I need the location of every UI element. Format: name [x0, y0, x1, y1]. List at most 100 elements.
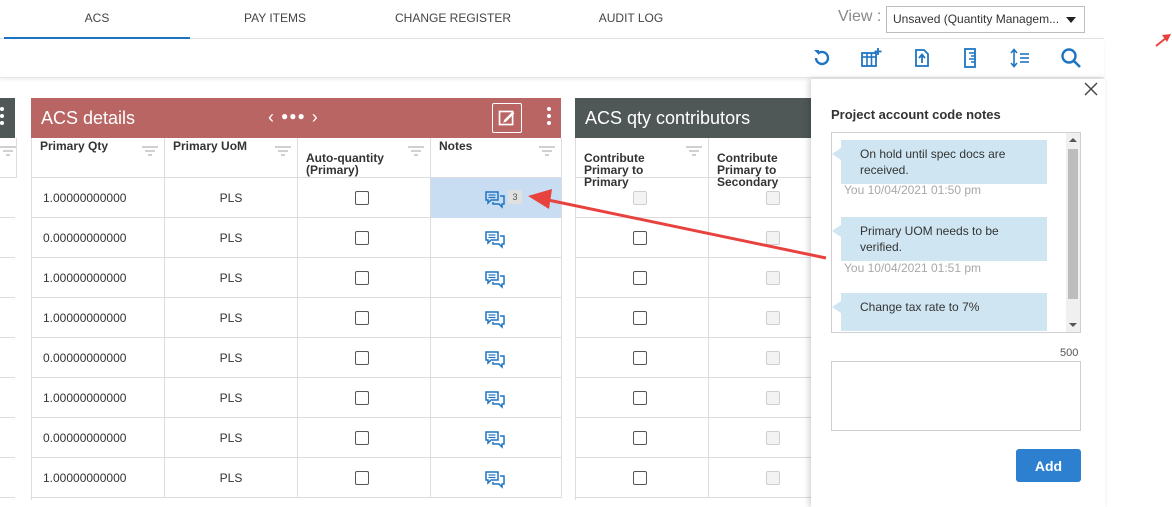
auto-quantity-checkbox[interactable] [355, 311, 369, 325]
edit-notes-button[interactable] [492, 103, 522, 133]
kebab-icon[interactable] [0, 107, 4, 128]
contribute-primary-checkbox[interactable] [633, 391, 647, 405]
table-row [0, 458, 15, 498]
add-note-button[interactable]: Add [1016, 449, 1081, 482]
table-row[interactable]: 1.00000000000 PLS 3 [32, 178, 562, 218]
filter-icon[interactable] [539, 146, 555, 156]
comments-icon[interactable] [485, 185, 505, 209]
filter-icon[interactable] [0, 146, 16, 156]
comments-icon[interactable] [485, 465, 505, 489]
tab-pay-items[interactable]: PAY ITEMS [225, 0, 325, 39]
contribute-secondary-checkbox[interactable] [766, 271, 780, 285]
export-icon[interactable] [909, 46, 933, 70]
notes-cell[interactable]: 3 [431, 178, 562, 218]
notes-cell[interactable] [431, 338, 562, 378]
contribute-secondary-checkbox[interactable] [766, 191, 780, 205]
table-row[interactable] [576, 218, 813, 258]
table-row[interactable]: 1.00000000000 PLS [32, 298, 562, 338]
table-row[interactable]: 1.00000000000 PLS [32, 458, 562, 498]
contribute-secondary-checkbox[interactable] [766, 471, 780, 485]
sort-rows-icon[interactable] [1008, 46, 1032, 70]
filter-icon[interactable] [275, 146, 291, 156]
notes-panel: Project account code notes On hold until… [811, 79, 1105, 507]
contribute-primary-cell [576, 178, 709, 218]
acs-details-title: ACS details [41, 108, 136, 128]
contribute-secondary-checkbox[interactable] [766, 311, 780, 325]
table-row[interactable] [576, 458, 813, 498]
table-row[interactable] [576, 258, 813, 298]
filter-icon[interactable] [686, 146, 702, 156]
notes-cell[interactable] [431, 218, 562, 258]
comments-icon[interactable] [485, 385, 505, 409]
table-row[interactable] [576, 418, 813, 458]
scroll-up-icon[interactable] [1069, 138, 1077, 142]
notes-scrollbar[interactable] [1066, 133, 1080, 332]
table-row[interactable]: 1.00000000000 PLS [32, 258, 562, 298]
notes-cell[interactable] [431, 258, 562, 298]
notes-cell[interactable] [431, 378, 562, 418]
contribute-secondary-checkbox[interactable] [766, 431, 780, 445]
table-row[interactable]: 0.00000000000 PLS [32, 218, 562, 258]
contribute-primary-checkbox[interactable] [633, 271, 647, 285]
acs-details-grid: Primary Qty Primary UoM Auto-quantity (P… [31, 138, 562, 500]
left-header-cell [0, 138, 17, 178]
table-row[interactable]: 0.00000000000 PLS [32, 418, 562, 458]
tab-audit-log[interactable]: AUDIT LOG [585, 0, 677, 39]
comments-icon[interactable] [485, 425, 505, 449]
auto-quantity-checkbox[interactable] [355, 231, 369, 245]
note-bubble: Primary UOM needs to be verified. [832, 217, 1047, 261]
close-icon[interactable] [1083, 81, 1099, 97]
auto-quantity-checkbox[interactable] [355, 471, 369, 485]
auto-quantity-checkbox[interactable] [355, 351, 369, 365]
comments-icon[interactable] [485, 305, 505, 329]
contribute-primary-checkbox[interactable] [633, 431, 647, 445]
auto-quantity-checkbox[interactable] [355, 271, 369, 285]
tab-acs[interactable]: ACS [4, 0, 190, 39]
view-select[interactable]: Unsaved (Quantity Managem... [886, 6, 1085, 33]
kebab-icon[interactable] [547, 107, 551, 128]
contribute-secondary-cell [709, 458, 813, 498]
scroll-thumb[interactable] [1068, 149, 1078, 299]
primary-qty-cell: 1.00000000000 [32, 298, 165, 338]
table-row[interactable] [576, 378, 813, 418]
comments-icon[interactable] [485, 225, 505, 249]
note-input[interactable] [831, 361, 1081, 431]
note-timestamp: You 10/04/2021 01:50 pm [844, 183, 982, 197]
panel-pager: ‹ ●●● › [268, 107, 319, 128]
table-row [0, 298, 15, 338]
chevron-right-icon[interactable]: › [312, 107, 319, 127]
table-row[interactable] [576, 338, 813, 378]
chevron-down-icon [1066, 17, 1076, 23]
search-icon[interactable] [1059, 46, 1083, 70]
char-limit: 500 [1060, 347, 1079, 359]
contribute-primary-checkbox[interactable] [633, 311, 647, 325]
ruler-icon[interactable] [958, 46, 982, 70]
comments-icon[interactable] [485, 265, 505, 289]
scroll-down-icon[interactable] [1069, 323, 1077, 327]
refresh-icon[interactable] [810, 46, 834, 70]
notes-cell[interactable] [431, 298, 562, 338]
table-row [0, 418, 15, 458]
table-row[interactable]: 1.00000000000 PLS [32, 378, 562, 418]
table-row[interactable]: 0.00000000000 PLS [32, 338, 562, 378]
chevron-left-icon[interactable]: ‹ [268, 107, 275, 127]
add-column-icon[interactable] [859, 46, 883, 70]
filter-icon[interactable] [408, 146, 424, 156]
contribute-primary-checkbox[interactable] [633, 231, 647, 245]
contribute-secondary-checkbox[interactable] [766, 391, 780, 405]
contribute-secondary-checkbox[interactable] [766, 351, 780, 365]
auto-quantity-checkbox[interactable] [355, 391, 369, 405]
table-row[interactable] [576, 298, 813, 338]
notes-cell[interactable] [431, 418, 562, 458]
table-row[interactable] [576, 178, 813, 218]
contribute-primary-checkbox[interactable] [633, 471, 647, 485]
comments-icon[interactable] [485, 345, 505, 369]
contribute-secondary-checkbox[interactable] [766, 231, 780, 245]
tab-change-register[interactable]: CHANGE REGISTER [383, 0, 523, 39]
filter-icon[interactable] [142, 146, 158, 156]
auto-quantity-checkbox[interactable] [355, 191, 369, 205]
contribute-primary-checkbox[interactable] [633, 191, 647, 205]
notes-cell[interactable] [431, 458, 562, 498]
contribute-primary-checkbox[interactable] [633, 351, 647, 365]
auto-quantity-checkbox[interactable] [355, 431, 369, 445]
